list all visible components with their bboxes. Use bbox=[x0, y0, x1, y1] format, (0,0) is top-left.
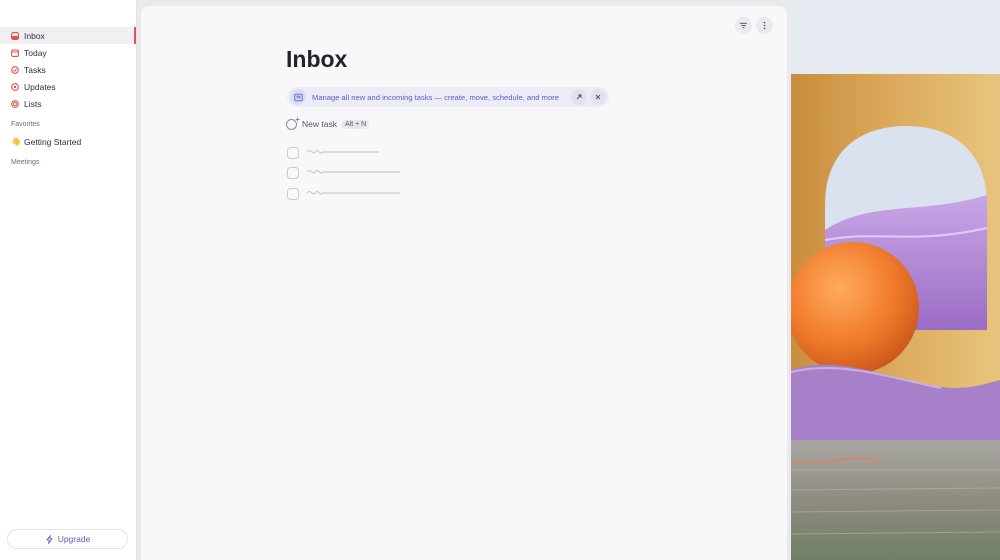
sidebar-item-label: Inbox bbox=[24, 30, 45, 41]
lists-icon bbox=[11, 99, 19, 108]
calendar-icon bbox=[11, 48, 19, 57]
new-task-button[interactable]: + New task Alt + N bbox=[286, 115, 370, 130]
sidebar-item-tasks[interactable]: Tasks bbox=[0, 61, 136, 78]
sidebar-item-inbox[interactable]: Inbox bbox=[0, 27, 136, 44]
lightning-icon bbox=[46, 534, 53, 544]
sidebar-item-label: Today bbox=[24, 47, 47, 58]
updates-icon bbox=[11, 82, 19, 91]
sidebar-item-getting-started[interactable]: 👋 Getting Started bbox=[0, 133, 136, 150]
shortcut-badge: Alt + N bbox=[341, 119, 370, 129]
filter-icon bbox=[740, 22, 747, 29]
page-title: Inbox bbox=[286, 46, 348, 72]
upgrade-label: Upgrade bbox=[57, 534, 91, 544]
banner-text: Manage all new and incoming tasks — crea… bbox=[312, 92, 559, 102]
filter-button[interactable] bbox=[735, 17, 752, 34]
sidebar: Inbox Today Tasks Updates Lists Favorite… bbox=[0, 0, 137, 560]
more-vertical-icon bbox=[763, 21, 766, 30]
sidebar-item-label: Updates bbox=[24, 81, 56, 92]
arrow-up-right-icon bbox=[576, 94, 582, 100]
sidebar-item-label: Lists bbox=[24, 98, 42, 109]
upgrade-button[interactable]: Upgrade bbox=[7, 529, 128, 549]
sidebar-item-today[interactable]: Today bbox=[0, 44, 136, 61]
new-task-label: New task bbox=[302, 119, 337, 129]
sidebar-item-label: Getting Started bbox=[24, 136, 82, 147]
main-panel: Inbox Manage all new and incoming tasks … bbox=[141, 6, 787, 560]
waving-hand-icon: 👋 bbox=[11, 136, 21, 146]
inbox-tray-icon bbox=[290, 89, 306, 105]
banner-close-button[interactable] bbox=[590, 89, 606, 105]
sidebar-item-label: Tasks bbox=[24, 64, 46, 75]
tasks-icon bbox=[11, 65, 19, 74]
meetings-heading: Meetings bbox=[11, 159, 40, 166]
inbox-icon bbox=[11, 31, 19, 40]
decorative-background-image bbox=[791, 0, 1000, 560]
sidebar-item-updates[interactable]: Updates bbox=[0, 78, 136, 95]
more-options-button[interactable] bbox=[756, 17, 773, 34]
favorites-heading: Favorites bbox=[11, 121, 40, 128]
banner-open-button[interactable] bbox=[571, 89, 587, 105]
empty-state-illustration bbox=[287, 147, 400, 200]
info-banner: Manage all new and incoming tasks — crea… bbox=[287, 87, 609, 107]
sidebar-item-lists[interactable]: Lists bbox=[0, 95, 136, 112]
close-icon bbox=[595, 94, 601, 100]
add-task-icon: + bbox=[286, 115, 300, 130]
